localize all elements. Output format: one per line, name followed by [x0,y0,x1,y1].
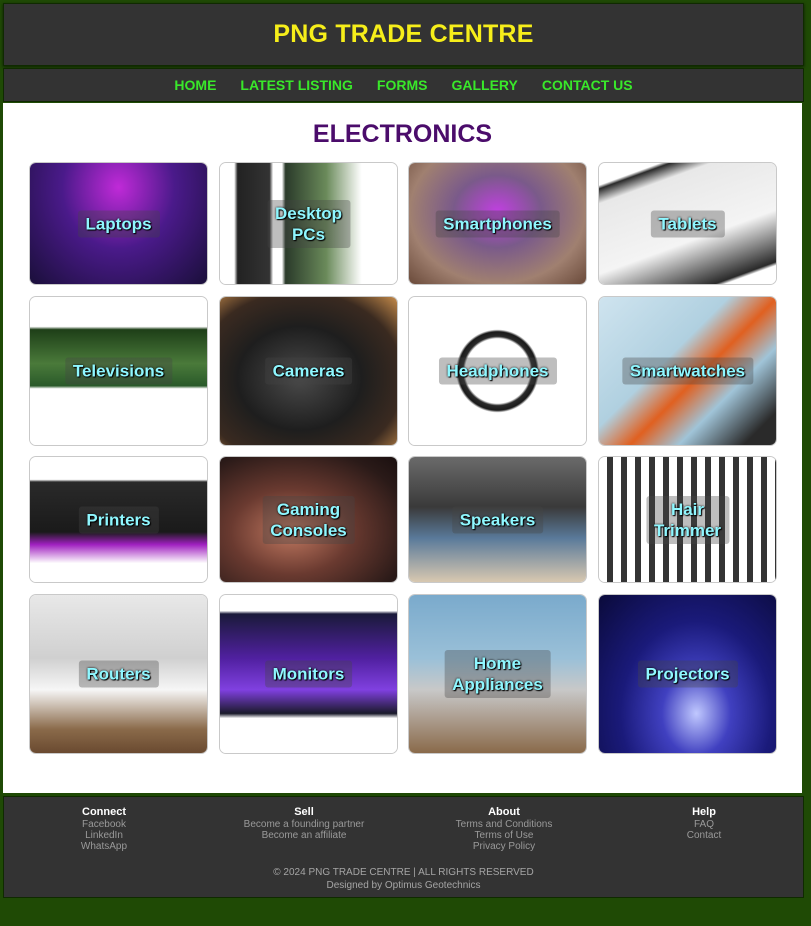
category-label: Cameras [272,361,345,381]
category-card-projectors[interactable]: Projectors [598,594,777,754]
category-card-routers[interactable]: Routers [29,594,208,754]
copyright: © 2024 PNG TRADE CENTRE | ALL RIGHTS RES… [273,867,534,878]
category-card-laptops[interactable]: Laptops [29,162,208,285]
category-card-tablets[interactable]: Tablets [598,162,777,285]
footer-help: Help FAQ Contact [604,806,804,841]
main-nav: HOME LATEST LISTING FORMS GALLERY CONTAC… [3,68,804,102]
footer-link-founding-partner[interactable]: Become a founding partner [204,819,404,830]
footer-sell-title: Sell [294,806,314,818]
designer-credit: Designed by Optimus Geotechnics [326,880,481,891]
category-label: Printers [86,510,151,529]
nav-forms[interactable]: FORMS [377,77,428,93]
main-content: ELECTRONICS Laptops Desktop PCs Smartpho… [3,103,802,793]
category-label: Desktop PCs [274,203,343,244]
category-label: Smartwatches [629,361,746,381]
category-label: Tablets [658,214,717,233]
category-label: Hair Trimmer [653,499,722,540]
category-card-speakers[interactable]: Speakers [408,456,587,583]
category-label: Projectors [645,664,730,684]
category-label: Laptops [85,214,152,233]
category-label: Headphones [446,361,549,381]
category-card-smartwatches[interactable]: Smartwatches [598,296,777,446]
footer-link-faq[interactable]: FAQ [604,819,804,830]
footer-link-affiliate[interactable]: Become an affiliate [204,830,404,841]
footer-link-linkedin[interactable]: LinkedIn [4,830,204,841]
category-label: Gaming Consoles [270,499,347,540]
category-card-televisions[interactable]: Televisions [29,296,208,446]
nav-contact-us[interactable]: CONTACT US [542,77,633,93]
footer-about: About Terms and Conditions Terms of Use … [404,806,604,852]
category-card-monitors[interactable]: Monitors [219,594,398,754]
nav-gallery[interactable]: GALLERY [451,77,517,93]
category-label: Televisions [72,361,165,381]
footer-link-terms-of-use[interactable]: Terms of Use [404,830,604,841]
category-label: Smartphones [443,214,552,233]
category-card-hair-trimmer[interactable]: Hair Trimmer [598,456,777,583]
category-card-cameras[interactable]: Cameras [219,296,398,446]
category-card-smartphones[interactable]: Smartphones [408,162,587,285]
page-title: ELECTRONICS [312,120,493,148]
footer-connect-title: Connect [82,806,126,818]
category-label: Routers [86,664,151,684]
category-card-printers[interactable]: Printers [29,456,208,583]
footer-about-title: About [488,806,520,818]
site-title: PNG TRADE CENTRE [273,20,534,48]
category-card-home-appliances[interactable]: Home Appliances [408,594,587,754]
footer-sell: Sell Become a founding partner Become an… [204,806,404,841]
site-footer: Connect Facebook LinkedIn WhatsApp Sell … [3,796,804,898]
category-label: Home Appliances [452,654,543,694]
footer-connect: Connect Facebook LinkedIn WhatsApp [4,806,204,852]
footer-link-terms-conditions[interactable]: Terms and Conditions [404,819,604,830]
footer-link-contact[interactable]: Contact [604,830,804,841]
footer-link-facebook[interactable]: Facebook [4,819,204,830]
site-header: PNG TRADE CENTRE [3,3,804,66]
category-label: Monitors [272,664,345,684]
nav-latest-listing[interactable]: LATEST LISTING [240,77,353,93]
nav-home[interactable]: HOME [174,77,216,93]
footer-link-privacy-policy[interactable]: Privacy Policy [404,841,604,852]
category-card-desktop-pcs[interactable]: Desktop PCs [219,162,398,285]
footer-link-whatsapp[interactable]: WhatsApp [4,841,204,852]
category-card-headphones[interactable]: Headphones [408,296,587,446]
footer-help-title: Help [692,806,716,818]
category-label: Speakers [459,510,536,529]
category-card-gaming-consoles[interactable]: Gaming Consoles [219,456,398,583]
